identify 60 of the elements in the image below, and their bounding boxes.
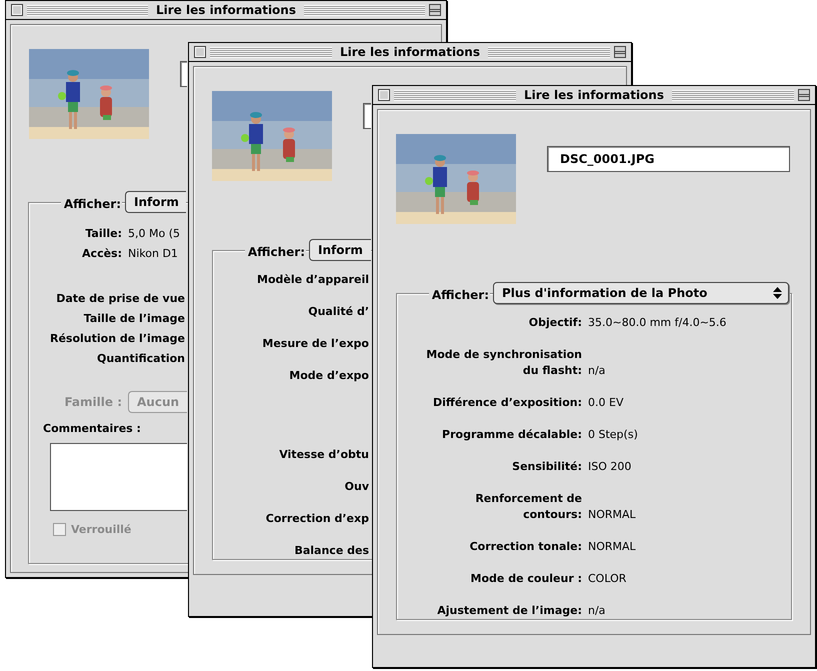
field-label: Taille de l’image [82, 311, 185, 327]
field-value: COLOR [588, 571, 626, 587]
field-value: ISO 200 [588, 459, 632, 475]
field-value: NORMAL [588, 539, 636, 555]
field-label: Mode de synchronisation du flasht: [425, 347, 582, 379]
comments-field[interactable] [50, 443, 187, 511]
close-box-icon[interactable] [194, 46, 206, 58]
field-label: Quantification [96, 351, 185, 367]
comments-label: Commentaires : [43, 422, 142, 435]
field-value: 0 Step(s) [588, 427, 638, 443]
field-label: Modèle d’appareil [256, 272, 369, 288]
title-bar[interactable]: Lire les informations [189, 43, 631, 62]
field-label: Mode de couleur : [470, 571, 582, 587]
filename-field[interactable]: DSC_0001.JPG [547, 146, 790, 172]
field-label: Mode d’expo [288, 368, 369, 384]
field-value: Nikon D1 [128, 246, 178, 262]
close-box-icon[interactable] [378, 89, 390, 101]
field-label: Différence d’exposition: [432, 395, 582, 411]
field-label: Correction d’exp [264, 511, 369, 527]
up-down-arrows-icon [773, 287, 782, 299]
field-value: 35.0~80.0 mm f/4.0~5.6 [588, 315, 726, 331]
collapse-box-icon[interactable] [614, 46, 626, 58]
field-label: Objectif: [528, 315, 582, 331]
field-label: Taille: [84, 226, 122, 242]
collapse-box-icon[interactable] [798, 89, 810, 101]
field-label: Ajustement de l’image: [436, 603, 582, 619]
field-value: 5,0 Mo (5 [128, 226, 180, 242]
window-title: Lire les informations [155, 3, 297, 17]
field-value: n/a [588, 603, 606, 619]
display-popup[interactable]: Plus d'information de la Photo [493, 282, 789, 304]
field-label: Sensibilité: [511, 459, 582, 475]
display-popup[interactable]: Inform [309, 239, 371, 261]
field-label: Vitesse d’obtu [278, 447, 369, 463]
field-label: Résolution de l’image [49, 331, 185, 347]
field-value: 0.0 EV [588, 395, 624, 411]
window-title: Lire les informations [339, 45, 481, 59]
display-label: Afficher: [428, 288, 490, 302]
field-value: n/a [588, 363, 606, 379]
field-label: Correction tonale: [468, 539, 582, 555]
family-label: Famille : [63, 394, 122, 410]
display-popup[interactable]: Inform [125, 191, 186, 213]
field-label: Programme décalable: [441, 427, 582, 443]
field-value: NORMAL [588, 507, 636, 523]
close-box-icon[interactable] [11, 4, 23, 16]
title-bar[interactable]: Lire les informations [373, 86, 815, 105]
field-label: Accès: [81, 246, 122, 262]
title-bar[interactable]: Lire les informations [6, 1, 446, 20]
field-label: Renforcement de contours: [474, 491, 582, 523]
lock-label: Verrouillé [71, 523, 132, 536]
filename-field[interactable] [363, 103, 371, 129]
field-label: Mesure de l’expo [261, 336, 369, 352]
collapse-box-icon[interactable] [429, 4, 441, 16]
field-label: Date de prise de vue [55, 291, 185, 307]
field-label: Balance des [293, 543, 369, 559]
field-label: Ouv [344, 479, 369, 495]
display-label: Afficher: [244, 244, 306, 258]
window-title: Lire les informations [523, 88, 665, 102]
display-label: Afficher: [60, 196, 122, 210]
filename-field[interactable] [180, 61, 187, 87]
field-label: Qualité d’ [307, 304, 369, 320]
